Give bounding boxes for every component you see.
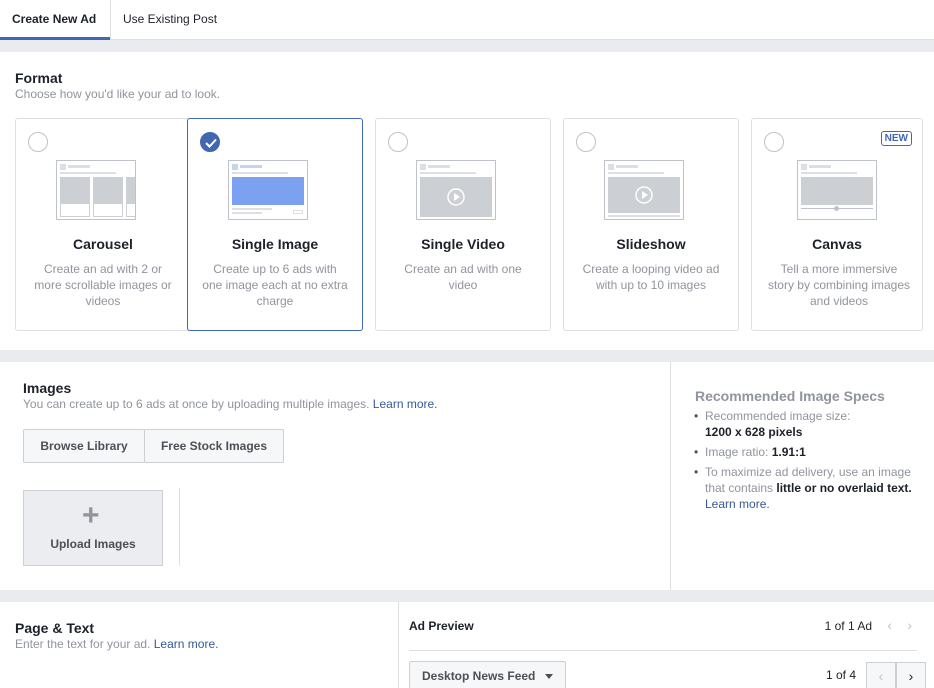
tab-create-new-ad[interactable]: Create New Ad xyxy=(0,0,110,40)
format-section: Format Choose how you'd like your ad to … xyxy=(0,52,934,350)
chevron-left-icon[interactable]: ‹ xyxy=(887,617,892,633)
chevron-right-icon[interactable]: › xyxy=(907,617,912,633)
card-title: Single Video xyxy=(421,236,505,252)
free-stock-images-button[interactable]: Free Stock Images xyxy=(144,429,284,463)
preview-next-button[interactable]: › xyxy=(896,662,926,688)
spec-image-size: Recommended image size: 1200 x 628 pixel… xyxy=(694,408,915,440)
card-title: Canvas xyxy=(812,236,862,252)
browse-library-button[interactable]: Browse Library xyxy=(23,429,145,463)
card-title: Carousel xyxy=(73,236,133,252)
recommended-specs-panel: Recommended Image Specs Recommended imag… xyxy=(670,362,934,590)
divider xyxy=(179,488,180,566)
radio-canvas[interactable] xyxy=(764,132,784,152)
tab-bar: Create New Ad Use Existing Post xyxy=(0,0,934,40)
card-title: Single Image xyxy=(231,236,319,252)
play-icon xyxy=(447,188,465,206)
specs-learn-more-link[interactable]: Learn more. xyxy=(705,497,770,511)
placement-dropdown[interactable]: Desktop News Feed xyxy=(409,661,566,688)
card-description: Create an ad with 2 or more scrollable i… xyxy=(34,262,172,308)
card-title: Slideshow xyxy=(616,236,686,252)
new-badge: NEW xyxy=(880,131,912,146)
single-image-thumbnail-icon xyxy=(228,160,308,220)
images-title: Images xyxy=(23,380,72,396)
page-text-subtitle: Enter the text for your ad. Learn more. xyxy=(15,637,219,651)
radio-single-video[interactable] xyxy=(388,132,408,152)
upload-images-button[interactable]: + Upload Images xyxy=(23,490,163,566)
upload-images-label: Upload Images xyxy=(50,537,136,551)
slideshow-thumbnail-icon xyxy=(604,160,684,220)
format-subtitle: Choose how you'd like your ad to look. xyxy=(15,87,221,101)
format-card-single-video[interactable]: Single Video Create an ad with one video xyxy=(375,118,551,331)
caret-down-icon xyxy=(545,674,553,679)
format-card-carousel[interactable]: Carousel Create an ad with 2 or more scr… xyxy=(15,118,191,331)
spec-image-ratio: Image ratio: 1.91:1 xyxy=(694,444,915,460)
card-description: Create up to 6 ads with one image each a… xyxy=(202,262,348,308)
tab-use-existing-post[interactable]: Use Existing Post xyxy=(110,0,229,40)
format-card-canvas[interactable]: NEW Canvas Tell a more immersive story b… xyxy=(751,118,923,331)
specs-title: Recommended Image Specs xyxy=(695,388,885,404)
ad-preview-title: Ad Preview xyxy=(409,619,474,633)
specs-list: Recommended image size: 1200 x 628 pixel… xyxy=(694,408,915,516)
card-description: Create an ad with one video xyxy=(404,262,522,292)
ad-count: 1 of 1 Ad xyxy=(824,619,872,633)
radio-carousel[interactable] xyxy=(28,132,48,152)
preview-page-count: 1 of 4 xyxy=(825,668,856,682)
format-title: Format xyxy=(15,70,63,86)
card-description: Tell a more immersive story by combining… xyxy=(767,262,911,308)
checkmark-icon xyxy=(205,138,217,148)
video-thumbnail-icon xyxy=(416,160,496,220)
page-text-learn-more-link[interactable]: Learn more. xyxy=(154,637,219,651)
radio-slideshow[interactable] xyxy=(576,132,596,152)
divider xyxy=(409,650,917,651)
play-icon xyxy=(635,186,653,204)
page-text-section: Page & Text Enter the text for your ad. … xyxy=(0,602,398,688)
preview-prev-button[interactable]: ‹ xyxy=(866,662,896,688)
format-card-slideshow[interactable]: Slideshow Create a looping video ad with… xyxy=(563,118,739,331)
spec-delivery: To maximize ad delivery, use an image th… xyxy=(694,464,915,512)
canvas-thumbnail-icon xyxy=(797,160,877,220)
radio-single-image[interactable] xyxy=(200,132,220,152)
ad-preview-panel: Ad Preview 1 of 1 Ad ‹ › Desktop News Fe… xyxy=(398,602,934,688)
format-card-single-image[interactable]: Single Image Create up to 6 ads with one… xyxy=(187,118,363,331)
page-text-title: Page & Text xyxy=(15,620,95,636)
carousel-thumbnail-icon xyxy=(56,160,136,220)
plus-icon: + xyxy=(82,499,100,532)
card-description: Create a looping video ad with up to 10 … xyxy=(582,262,720,292)
images-subtitle: You can create up to 6 ads at once by up… xyxy=(23,397,438,411)
images-learn-more-link[interactable]: Learn more. xyxy=(373,397,438,411)
images-section: Images You can create up to 6 ads at onc… xyxy=(0,362,670,590)
